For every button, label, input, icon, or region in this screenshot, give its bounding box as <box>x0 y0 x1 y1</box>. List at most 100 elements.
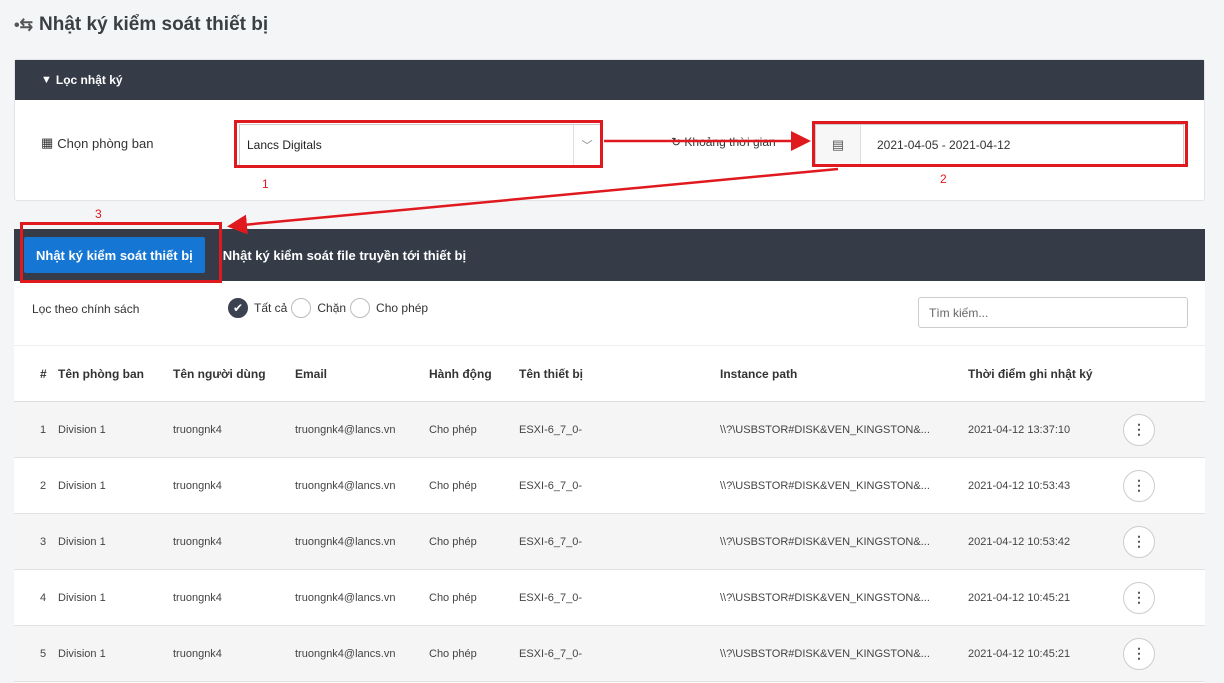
cell-user: truongnk4 <box>173 647 222 660</box>
cell-actions: ⋮ <box>1123 402 1205 458</box>
cell-department: Division 1 <box>58 591 106 604</box>
policy-radio-group: ✔ Tất cả Chặn Cho phép <box>228 298 432 318</box>
cell-logged-time: 2021-04-12 10:53:43 <box>968 479 1071 492</box>
col-action: Hành động <box>429 366 492 381</box>
col-email: Email <box>295 366 328 381</box>
more-vertical-icon[interactable]: ⋮ <box>1123 525 1155 558</box>
table-row: 5 Division 1 truongnk4 truongnk4@lancs.v… <box>14 625 1205 682</box>
cell-instance-path: \\?\USBSTOR#DISK&VEN_KINGSTON&... <box>720 479 930 492</box>
cell-email: truongnk4@lancs.vn <box>295 591 396 604</box>
department-select[interactable]: Lancs Digitals ﹀ <box>239 124 601 166</box>
cell-department: Division 1 <box>58 535 106 548</box>
filter-header: ▼ Lọc nhật ký <box>15 60 1204 100</box>
cell-actions: ⋮ <box>1123 458 1205 514</box>
filter-icon: ▼ <box>41 74 52 86</box>
history-icon: ↻ <box>671 135 682 149</box>
cell-email: truongnk4@lancs.vn <box>295 535 396 548</box>
search-input[interactable] <box>918 297 1188 328</box>
table-header-row: # Tên phòng ban Tên người dùng Email Hàn… <box>14 345 1205 402</box>
radio-all-label[interactable]: Tất cả <box>254 301 287 315</box>
date-range-picker[interactable]: ▤ 2021-04-05 - 2021-04-12 <box>815 124 1184 166</box>
time-range-label: ↻ Khoảng thời gian <box>671 135 776 149</box>
more-vertical-icon[interactable]: ⋮ <box>1123 637 1155 670</box>
department-select-value: Lancs Digitals <box>247 138 322 152</box>
more-vertical-icon[interactable]: ⋮ <box>1123 469 1155 502</box>
tab-device-control-log[interactable]: Nhật ký kiểm soát thiết bị <box>24 237 205 273</box>
col-actions <box>1123 346 1205 402</box>
department-label: ▦ Chọn phòng ban <box>41 135 153 151</box>
cell-email: truongnk4@lancs.vn <box>295 423 396 436</box>
cell-index: 3 <box>40 535 47 548</box>
cell-actions: ⋮ <box>1123 626 1205 682</box>
cell-index: 1 <box>40 423 47 436</box>
cell-department: Division 1 <box>58 647 106 660</box>
table-row: 1 Division 1 truongnk4 truongnk4@lancs.v… <box>14 401 1205 458</box>
radio-all[interactable]: ✔ <box>228 298 248 318</box>
cell-user: truongnk4 <box>173 535 222 548</box>
date-range-value[interactable]: 2021-04-05 - 2021-04-12 <box>861 138 1010 152</box>
more-vertical-icon[interactable]: ⋮ <box>1123 581 1155 614</box>
cell-index: 2 <box>40 479 47 492</box>
col-instance-path: Instance path <box>720 366 798 381</box>
log-panel: Lọc theo chính sách ✔ Tất cả Chặn Cho ph… <box>14 281 1205 683</box>
usb-icon: •⇆ <box>14 17 34 34</box>
calendar-icon[interactable]: ▤ <box>816 125 861 165</box>
cell-instance-path: \\?\USBSTOR#DISK&VEN_KINGSTON&... <box>720 647 930 660</box>
cell-user: truongnk4 <box>173 423 222 436</box>
annotation-number-2: 2 <box>940 172 947 186</box>
cell-device-name: ESXI-6_7_0- <box>519 647 582 660</box>
page-title-text: Nhật ký kiểm soát thiết bị <box>39 14 269 35</box>
cell-instance-path: \\?\USBSTOR#DISK&VEN_KINGSTON&... <box>720 591 930 604</box>
col-device-name: Tên thiết bị <box>519 366 583 381</box>
cell-index: 4 <box>40 591 47 604</box>
chevron-down-icon[interactable]: ﹀ <box>573 125 600 165</box>
cell-actions: ⋮ <box>1123 514 1205 570</box>
cell-logged-time: 2021-04-12 10:45:21 <box>968 591 1071 604</box>
cell-department: Division 1 <box>58 479 106 492</box>
annotation-number-3: 3 <box>95 207 102 221</box>
policy-filter-label: Lọc theo chính sách <box>32 302 140 316</box>
cell-action: Cho phép <box>429 479 477 492</box>
time-range-label-text: Khoảng thời gian <box>684 135 776 149</box>
cell-instance-path: \\?\USBSTOR#DISK&VEN_KINGSTON&... <box>720 423 930 436</box>
table-row: 3 Division 1 truongnk4 truongnk4@lancs.v… <box>14 513 1205 570</box>
cell-email: truongnk4@lancs.vn <box>295 479 396 492</box>
radio-block-label[interactable]: Chặn <box>317 301 346 315</box>
filter-card: ▼ Lọc nhật ký ▦ Chọn phòng ban Lancs Dig… <box>14 59 1205 201</box>
col-logged-time: Thời điểm ghi nhật ký <box>968 366 1093 381</box>
cell-email: truongnk4@lancs.vn <box>295 647 396 660</box>
cell-device-name: ESXI-6_7_0- <box>519 479 582 492</box>
cell-logged-time: 2021-04-12 10:53:42 <box>968 535 1071 548</box>
log-table: # Tên phòng ban Tên người dùng Email Hàn… <box>14 345 1205 682</box>
cell-action: Cho phép <box>429 423 477 436</box>
cell-actions: ⋮ <box>1123 570 1205 626</box>
building-icon: ▦ <box>41 135 54 150</box>
cell-action: Cho phép <box>429 647 477 660</box>
radio-allow-label[interactable]: Cho phép <box>376 301 428 315</box>
cell-instance-path: \\?\USBSTOR#DISK&VEN_KINGSTON&... <box>720 535 930 548</box>
annotation-number-1: 1 <box>262 177 269 191</box>
cell-logged-time: 2021-04-12 10:45:21 <box>968 647 1071 660</box>
cell-logged-time: 2021-04-12 13:37:10 <box>968 423 1071 436</box>
col-department: Tên phòng ban <box>58 366 144 381</box>
table-row: 2 Division 1 truongnk4 truongnk4@lancs.v… <box>14 458 1205 514</box>
col-user: Tên người dùng <box>173 366 266 381</box>
cell-action: Cho phép <box>429 591 477 604</box>
table-row: 4 Division 1 truongnk4 truongnk4@lancs.v… <box>14 570 1205 626</box>
cell-user: truongnk4 <box>173 591 222 604</box>
tabs-bar: Nhật ký kiểm soát thiết bị Nhật ký kiểm … <box>14 229 1205 281</box>
cell-device-name: ESXI-6_7_0- <box>519 591 582 604</box>
filter-header-label: Lọc nhật ký <box>55 73 123 87</box>
cell-device-name: ESXI-6_7_0- <box>519 535 582 548</box>
tab-file-transfer-log[interactable]: Nhật ký kiểm soát file truyền tới thiết … <box>223 248 466 263</box>
radio-block[interactable] <box>291 298 312 318</box>
cell-device-name: ESXI-6_7_0- <box>519 423 582 436</box>
cell-department: Division 1 <box>58 423 106 436</box>
cell-index: 5 <box>40 647 47 660</box>
more-vertical-icon[interactable]: ⋮ <box>1123 413 1155 446</box>
col-index: # <box>40 366 47 381</box>
cell-user: truongnk4 <box>173 479 222 492</box>
department-label-text: Chọn phòng ban <box>57 135 154 151</box>
radio-allow[interactable] <box>350 298 371 318</box>
page-title: •⇆ Nhật ký kiểm soát thiết bị <box>14 14 268 36</box>
